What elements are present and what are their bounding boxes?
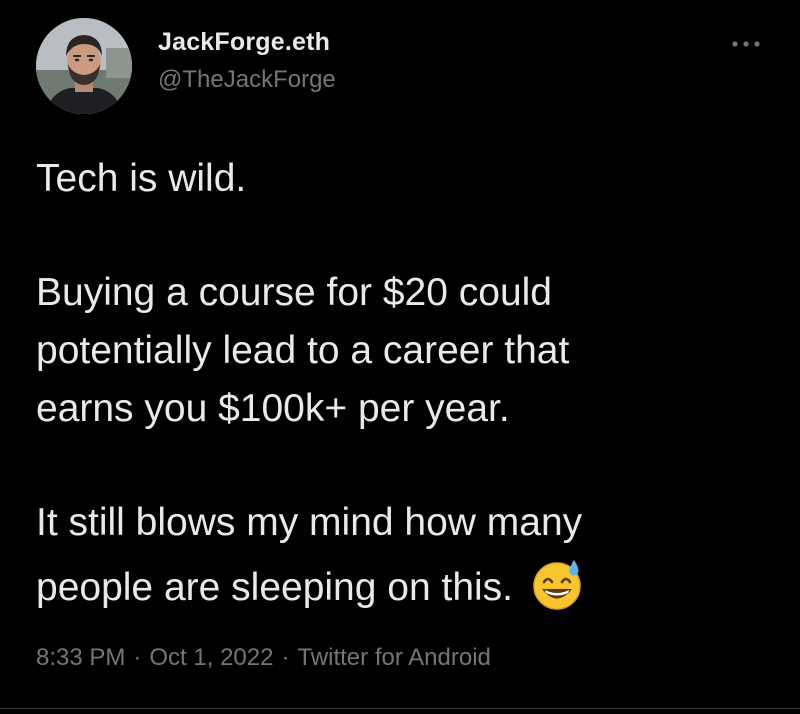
profile-photo-icon bbox=[36, 18, 132, 114]
tweet-card: JackForge.eth @TheJackForge Tech is wild… bbox=[0, 0, 800, 714]
author-display-name[interactable]: JackForge.eth bbox=[158, 28, 330, 57]
tweet-text-line: potentially lead to a career that bbox=[36, 329, 570, 372]
more-options-button[interactable] bbox=[724, 30, 768, 58]
divider bbox=[0, 708, 800, 709]
more-options-icon bbox=[732, 41, 760, 47]
separator: · bbox=[133, 644, 142, 671]
tweet-text-line: earns you $100k+ per year. bbox=[36, 387, 510, 430]
tweet-text-line: It still blows my mind how many bbox=[36, 501, 583, 544]
tweet-time[interactable]: 8:33 PM bbox=[36, 644, 125, 671]
avatar[interactable] bbox=[36, 18, 132, 114]
tweet-text-line: Buying a course for $20 could bbox=[36, 271, 552, 314]
tweet-text-line: people are sleeping on this. bbox=[36, 566, 514, 609]
tweet-source[interactable]: Twitter for Android bbox=[297, 644, 490, 671]
tweet-metadata: 8:33 PM · Oct 1, 2022 · Twitter for Android bbox=[36, 644, 491, 672]
tweet-date[interactable]: Oct 1, 2022 bbox=[149, 644, 273, 671]
tweet-text-line: Tech is wild. bbox=[36, 157, 247, 200]
tweet-text-line-with-emoji: people are sleeping on this. bbox=[36, 556, 776, 613]
separator: · bbox=[281, 644, 290, 671]
grinning-face-with-sweat-icon bbox=[533, 560, 581, 610]
author-handle[interactable]: @TheJackForge bbox=[158, 66, 336, 94]
